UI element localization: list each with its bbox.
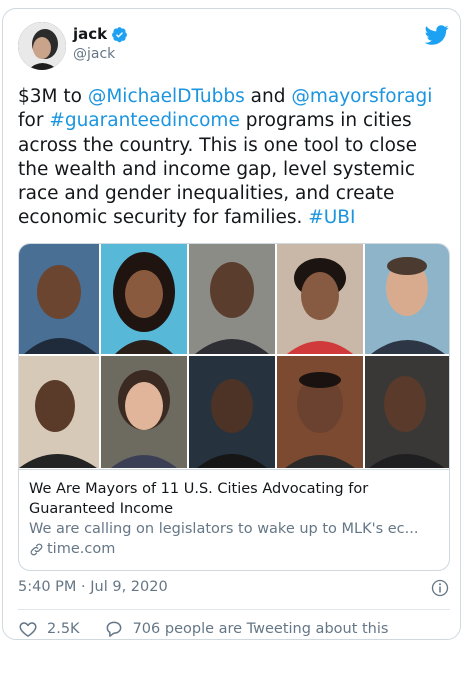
link-icon [30,543,43,555]
info-icon[interactable] [431,579,449,597]
author-name[interactable]: jack [73,25,107,43]
reply-conversation-button[interactable]: 706 people are Tweeting about this [104,619,389,639]
mayor-photo [101,244,187,354]
hashtag-link-guaranteedincome[interactable]: #guaranteedincome [49,110,240,131]
twitter-bird-icon[interactable] [425,23,449,47]
link-preview-title[interactable]: We Are Mayors of 11 U.S. Cities Advocati… [29,480,439,519]
divider [18,609,450,610]
mayor-photo [19,244,99,354]
verified-badge-icon [112,26,128,42]
mayor-photo [101,356,187,468]
mayor-photo [365,244,449,354]
tweet-timestamp[interactable]: 5:40 PM · Jul 9, 2020 [18,579,168,595]
mayor-photo [277,356,363,468]
author-handle[interactable]: @jack [73,46,115,62]
mayor-photo [189,244,275,354]
mayor-photo [365,356,449,468]
tweet-text-part: and [244,86,292,107]
heart-icon [19,622,37,637]
tweet-embed-card[interactable]: jack @jack $3M to @MichaelDTubbs and @ma… [2,8,461,640]
mayor-photo [277,244,363,354]
link-preview-domain: time.com [47,541,116,557]
link-preview-info[interactable]: We Are Mayors of 11 U.S. Cities Advocati… [19,469,449,570]
mention-link-mayorsforagi[interactable]: @mayorsforagi [291,86,432,107]
mayors-photo-grid[interactable] [19,244,449,468]
like-count: 2.5K [47,621,80,637]
like-button[interactable]: 2.5K [18,619,80,639]
avatar[interactable] [18,22,66,70]
speech-bubble-icon [106,621,121,637]
tweet-actions: 2.5K 706 people are Tweeting about this [18,619,388,639]
conversation-count-text: 706 people are Tweeting about this [132,621,389,637]
mayor-photo [189,356,275,468]
link-preview-domain-row: time.com [29,541,439,557]
mayor-photo [19,356,99,468]
tweet-text: $3M to @MichaelDTubbs and @mayorsforagi … [18,85,450,231]
tweet-text-part: for [18,110,50,132]
link-preview-description: We are calling on legislators to wake up… [29,521,419,537]
author-name-row[interactable]: jack [73,25,128,43]
link-preview-card[interactable]: We Are Mayors of 11 U.S. Cities Advocati… [18,243,450,571]
mention-link-michaeldtubbs[interactable]: @MichaelDTubbs [88,86,245,107]
hashtag-link-ubi[interactable]: #UBI [308,207,355,228]
tweet-text-part: $3M to [18,86,88,107]
